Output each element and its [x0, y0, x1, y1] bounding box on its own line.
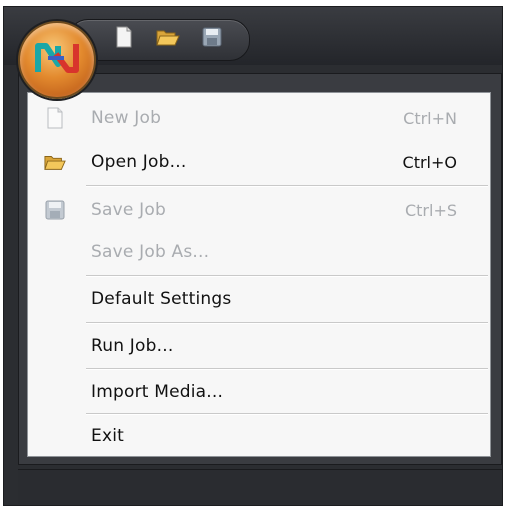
menu-item-default-settings[interactable]: Default Settings [28, 277, 490, 321]
open-folder-icon [156, 27, 180, 51]
new-document-icon [44, 107, 66, 129]
menu-item-label: Save Job As... [91, 242, 210, 262]
floppy-disk-icon [44, 199, 66, 221]
menu-item-label: Import Media... [91, 382, 224, 402]
application-menu-button[interactable] [18, 21, 96, 99]
menu-item-save-job[interactable]: Save Job Ctrl+S [28, 188, 490, 232]
application-menu: New Job Ctrl+N Open Job... Ctrl+O Save J… [27, 92, 491, 457]
qat-new-button[interactable] [113, 26, 135, 52]
application-window: New Job Ctrl+N Open Job... Ctrl+O Save J… [3, 6, 503, 506]
menu-item-shortcut: Ctrl+O [402, 152, 457, 172]
menu-item-new-job[interactable]: New Job Ctrl+N [28, 96, 490, 140]
menu-item-shortcut: Ctrl+S [404, 200, 457, 220]
menu-item-label: Exit [91, 426, 124, 446]
menu-item-label: Open Job... [91, 152, 187, 172]
menu-item-label: Save Job [91, 200, 166, 220]
menu-item-save-job-as[interactable]: Save Job As... [28, 230, 490, 274]
menu-footer [18, 469, 502, 504]
menu-item-import-media[interactable]: Import Media... [28, 370, 490, 414]
menu-item-label: Default Settings [91, 289, 232, 309]
save-icon [202, 27, 222, 51]
menu-item-label: New Job [91, 108, 162, 128]
menu-item-open-job[interactable]: Open Job... Ctrl+O [28, 140, 490, 184]
open-folder-icon [44, 151, 66, 173]
new-icon [115, 26, 133, 52]
menu-separator [86, 185, 488, 187]
menu-item-label: Run Job... [91, 336, 174, 356]
qat-open-button[interactable] [156, 27, 180, 51]
menu-item-shortcut: Ctrl+N [403, 108, 457, 128]
app-logo-icon [34, 38, 80, 82]
application-menu-panel: New Job Ctrl+N Open Job... Ctrl+O Save J… [18, 73, 502, 465]
menu-item-run-job[interactable]: Run Job... [28, 324, 490, 368]
qat-save-button[interactable] [201, 27, 223, 51]
menu-item-exit[interactable]: Exit [28, 414, 490, 458]
